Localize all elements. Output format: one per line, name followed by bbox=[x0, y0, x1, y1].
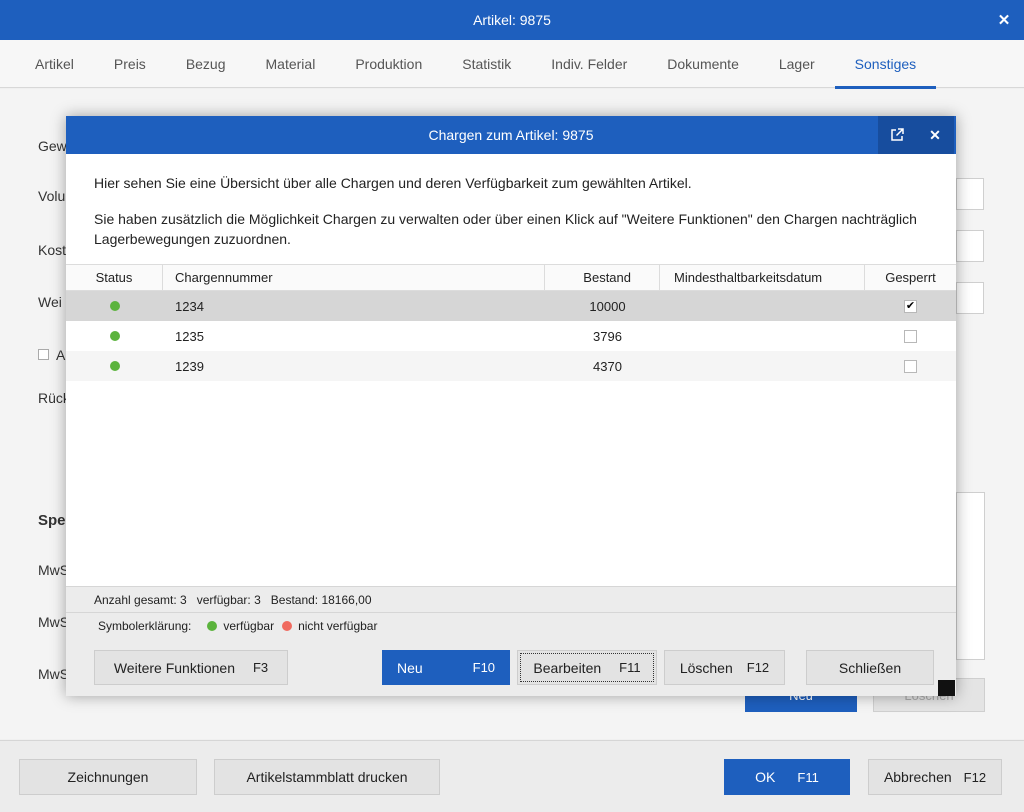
column-header-bestand[interactable]: Bestand bbox=[545, 265, 660, 290]
bg-label-mwst-2: MwS bbox=[38, 614, 70, 630]
bg-label-gewicht: Gew bbox=[38, 138, 67, 154]
window-title: Artikel: 9875 bbox=[473, 12, 551, 28]
popout-icon-svg bbox=[891, 128, 904, 141]
abbrechen-button[interactable]: Abbrechen F12 bbox=[868, 759, 1002, 795]
status-available-icon bbox=[109, 361, 120, 371]
legend-unavailable-icon bbox=[282, 620, 293, 631]
window-close-icon[interactable]: ✕ bbox=[984, 0, 1024, 40]
dialog-neu-label: Neu bbox=[396, 659, 423, 676]
table-row[interactable]: 1235 3796 bbox=[66, 321, 956, 351]
column-header-gesperrt[interactable]: Gesperrt bbox=[865, 265, 956, 290]
mhd-cell bbox=[660, 351, 865, 381]
gesperrt-cell bbox=[865, 351, 956, 381]
ok-button[interactable]: OK F11 bbox=[724, 759, 850, 795]
legend-label: Symbolerklärung: bbox=[98, 618, 192, 633]
dialog-loeschen-shortcut: F12 bbox=[746, 660, 770, 675]
tab-produktion[interactable]: Produktion bbox=[335, 40, 442, 88]
dialog-intro-line-1: Hier sehen Sie eine Übersicht über alle … bbox=[94, 175, 692, 191]
dialog-neu-button[interactable]: Neu F10 bbox=[382, 650, 510, 685]
stammblatt-label: Artikelstammblatt drucken bbox=[246, 769, 408, 785]
legend-bar: Symbolerklärung: verfügbar nicht verfügb… bbox=[66, 612, 956, 638]
window-titlebar: Artikel: 9875 ✕ bbox=[0, 0, 1024, 40]
legend-available-label: verfügbar bbox=[223, 618, 275, 633]
bestand-cell: 4370 bbox=[593, 358, 622, 374]
chargennummer-cell: 1239 bbox=[175, 358, 204, 374]
bg-label-weitere: Wei bbox=[38, 294, 62, 310]
gesperrt-checkbox[interactable] bbox=[904, 329, 917, 343]
tab-statistik[interactable]: Statistik bbox=[442, 40, 531, 88]
tab-material[interactable]: Material bbox=[246, 40, 336, 88]
zeichnungen-button[interactable]: Zeichnungen bbox=[19, 759, 197, 795]
column-header-status[interactable]: Status bbox=[66, 265, 163, 290]
legend-available-icon bbox=[207, 620, 218, 631]
bestand-cell: 10000 bbox=[589, 298, 626, 314]
dialog-loeschen-label: Löschen bbox=[679, 659, 733, 676]
bg-label-kosten: Kost bbox=[38, 242, 67, 258]
schliessen-label: Schließen bbox=[838, 659, 902, 676]
dialog-intro-line-2: Sie haben zusätzlich die Möglichkeit Cha… bbox=[94, 211, 917, 247]
dialog-loeschen-button[interactable]: Löschen F12 bbox=[664, 650, 785, 685]
bg-label-volumen: Volu bbox=[38, 188, 66, 204]
stammblatt-button[interactable]: Artikelstammblatt drucken bbox=[214, 759, 440, 795]
bg-label-mwst-3: MwS bbox=[38, 666, 70, 682]
dialog-close-icon[interactable]: ✕ bbox=[916, 116, 954, 154]
column-header-chargennummer[interactable]: Chargennummer bbox=[163, 265, 545, 290]
bearbeiten-label: Bearbeiten bbox=[533, 659, 602, 676]
gesperrt-checkbox[interactable] bbox=[904, 359, 917, 373]
zeichnungen-label: Zeichnungen bbox=[67, 769, 149, 785]
bg-label-mwst-1: MwS bbox=[38, 562, 70, 578]
tab-bar: Artikel Preis Bezug Material Produktion … bbox=[0, 40, 1024, 89]
summary-text: Anzahl gesamt: 3 verfügbar: 3 Bestand: 1… bbox=[94, 592, 372, 607]
schliessen-button[interactable]: Schließen bbox=[806, 650, 934, 685]
bg-input-volumen[interactable] bbox=[956, 178, 984, 210]
bg-textarea[interactable] bbox=[956, 492, 985, 660]
tab-dokumente[interactable]: Dokumente bbox=[647, 40, 759, 88]
chargennummer-cell: 1235 bbox=[175, 328, 204, 344]
weitere-funktionen-label: Weitere Funktionen bbox=[113, 659, 235, 676]
tab-sonstiges[interactable]: Sonstiges bbox=[834, 40, 937, 89]
bearbeiten-shortcut: F11 bbox=[619, 660, 641, 675]
mhd-cell bbox=[660, 321, 865, 351]
legend-unavailable-label: nicht verfügbar bbox=[298, 618, 378, 633]
tab-lager[interactable]: Lager bbox=[759, 40, 835, 88]
mhd-cell bbox=[660, 291, 865, 321]
chargennummer-cell: 1234 bbox=[175, 298, 204, 314]
status-cell bbox=[66, 291, 163, 321]
dialog-neu-shortcut: F10 bbox=[472, 660, 496, 675]
dialog-title: Chargen zum Artikel: 9875 bbox=[428, 127, 594, 143]
bg-checkbox-label: A bbox=[56, 347, 66, 363]
popout-icon[interactable] bbox=[878, 116, 916, 154]
weitere-funktionen-button[interactable]: Weitere Funktionen F3 bbox=[94, 650, 288, 685]
tab-artikel[interactable]: Artikel bbox=[0, 40, 94, 88]
bg-checkbox[interactable] bbox=[38, 349, 49, 360]
dialog-titlebar: Chargen zum Artikel: 9875 ✕ bbox=[66, 116, 956, 154]
tab-preis[interactable]: Preis bbox=[94, 40, 166, 88]
chargen-table-header: Status Chargennummer Bestand Mindesthalt… bbox=[66, 264, 956, 291]
tab-indiv-felder[interactable]: Indiv. Felder bbox=[531, 40, 647, 88]
status-available-icon bbox=[109, 301, 120, 311]
status-available-icon bbox=[109, 331, 120, 341]
bestand-cell: 3796 bbox=[593, 328, 622, 344]
tab-bezug[interactable]: Bezug bbox=[166, 40, 246, 88]
gesperrt-cell: ✔ bbox=[865, 291, 956, 321]
weitere-funktionen-shortcut: F3 bbox=[252, 660, 269, 675]
bearbeiten-button[interactable]: Bearbeiten F11 bbox=[517, 650, 657, 685]
bg-input-weitere[interactable] bbox=[956, 282, 984, 314]
abbrechen-shortcut: F12 bbox=[963, 769, 987, 785]
column-header-mhd[interactable]: Mindesthaltbarkeitsdatum bbox=[660, 265, 865, 290]
ok-shortcut: F11 bbox=[797, 769, 819, 785]
table-row[interactable]: 1239 4370 bbox=[66, 351, 956, 381]
summary-bar: Anzahl gesamt: 3 verfügbar: 3 Bestand: 1… bbox=[66, 586, 956, 612]
gesperrt-checkbox[interactable]: ✔ bbox=[904, 299, 917, 313]
abbrechen-label: Abbrechen bbox=[883, 769, 952, 785]
bg-input-kosten[interactable] bbox=[956, 230, 984, 262]
bg-section-heading: Spe bbox=[38, 512, 66, 529]
table-row[interactable]: 1234 10000 ✔ bbox=[66, 291, 956, 321]
status-cell bbox=[66, 351, 163, 381]
status-cell bbox=[66, 321, 163, 351]
gesperrt-cell bbox=[865, 321, 956, 351]
ok-label: OK bbox=[755, 769, 776, 785]
resize-grip-icon[interactable] bbox=[938, 680, 955, 696]
